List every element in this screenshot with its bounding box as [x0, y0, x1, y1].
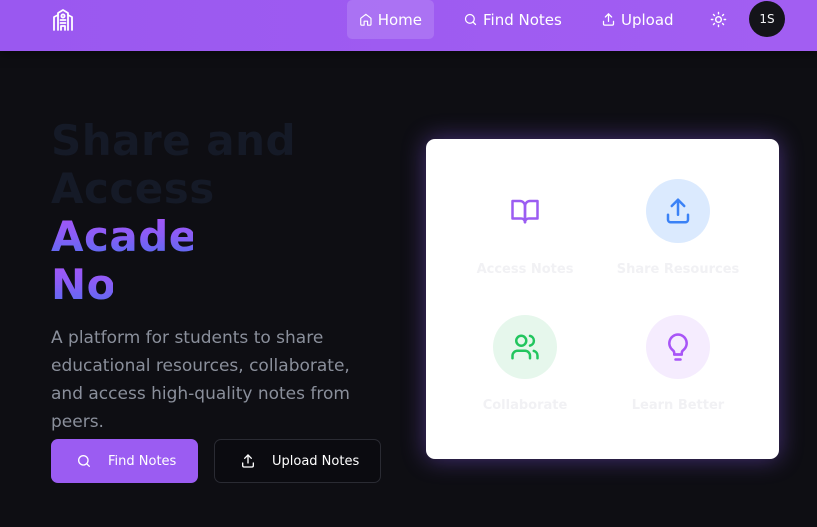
nav-home[interactable]: Home	[347, 0, 434, 39]
feature-learn-better: Learn Better	[603, 315, 753, 413]
search-icon	[78, 455, 90, 467]
feature-icon-circle	[493, 315, 557, 379]
lightbulb-icon	[668, 333, 688, 361]
user-avatar[interactable]: 1S	[749, 1, 785, 37]
hero-description: A platform for students to share educati…	[51, 328, 350, 432]
feature-label: Share Resources	[616, 262, 740, 277]
feature-icon-circle	[646, 179, 710, 243]
sun-icon[interactable]	[710, 11, 727, 28]
nav-find-notes-label: Find Notes	[483, 10, 562, 29]
avatar-initials: 1S	[759, 12, 775, 26]
upload-icon	[602, 13, 615, 26]
feature-label: Learn Better	[631, 398, 725, 413]
feature-icon-circle	[646, 315, 710, 379]
open-book-icon	[511, 199, 539, 224]
feature-label: Access Notes	[476, 262, 574, 277]
upload-icon	[666, 198, 690, 224]
home-icon	[360, 13, 372, 26]
users-icon	[511, 334, 539, 360]
hero-title-highlight-2: Notes	[51, 261, 113, 309]
feature-share-resources: Share Resources	[603, 179, 753, 277]
hero-title-line2: Access	[51, 164, 215, 213]
feature-icon-circle	[493, 179, 557, 243]
hero-title-highlight-1: Academic	[51, 213, 193, 261]
nav-home-label: Home	[377, 10, 422, 29]
find-notes-button[interactable]: Find Notes	[51, 439, 198, 483]
feature-label: Collaborate	[482, 398, 568, 413]
nav-find-notes[interactable]: Find Notes	[451, 0, 574, 39]
search-icon	[464, 13, 477, 26]
upload-icon	[242, 454, 254, 468]
feature-access-notes: Access Notes	[450, 179, 600, 277]
school-building-icon[interactable]	[51, 8, 75, 32]
nav-upload[interactable]: Upload	[589, 0, 686, 39]
features-card: Access Notes Share Resources Collaborate	[426, 139, 779, 459]
upload-notes-button[interactable]: Upload Notes	[214, 439, 381, 483]
find-notes-button-label: Find Notes	[108, 453, 177, 469]
top-navbar: Home Find Notes Upload 1S	[0, 0, 817, 51]
nav-upload-label: Upload	[621, 10, 674, 29]
upload-notes-button-label: Upload Notes	[272, 453, 360, 469]
hero-title-line1: Share and	[51, 116, 297, 165]
hero-title: Share and Access Academic Notes	[51, 117, 381, 309]
feature-collaborate: Collaborate	[450, 315, 600, 413]
